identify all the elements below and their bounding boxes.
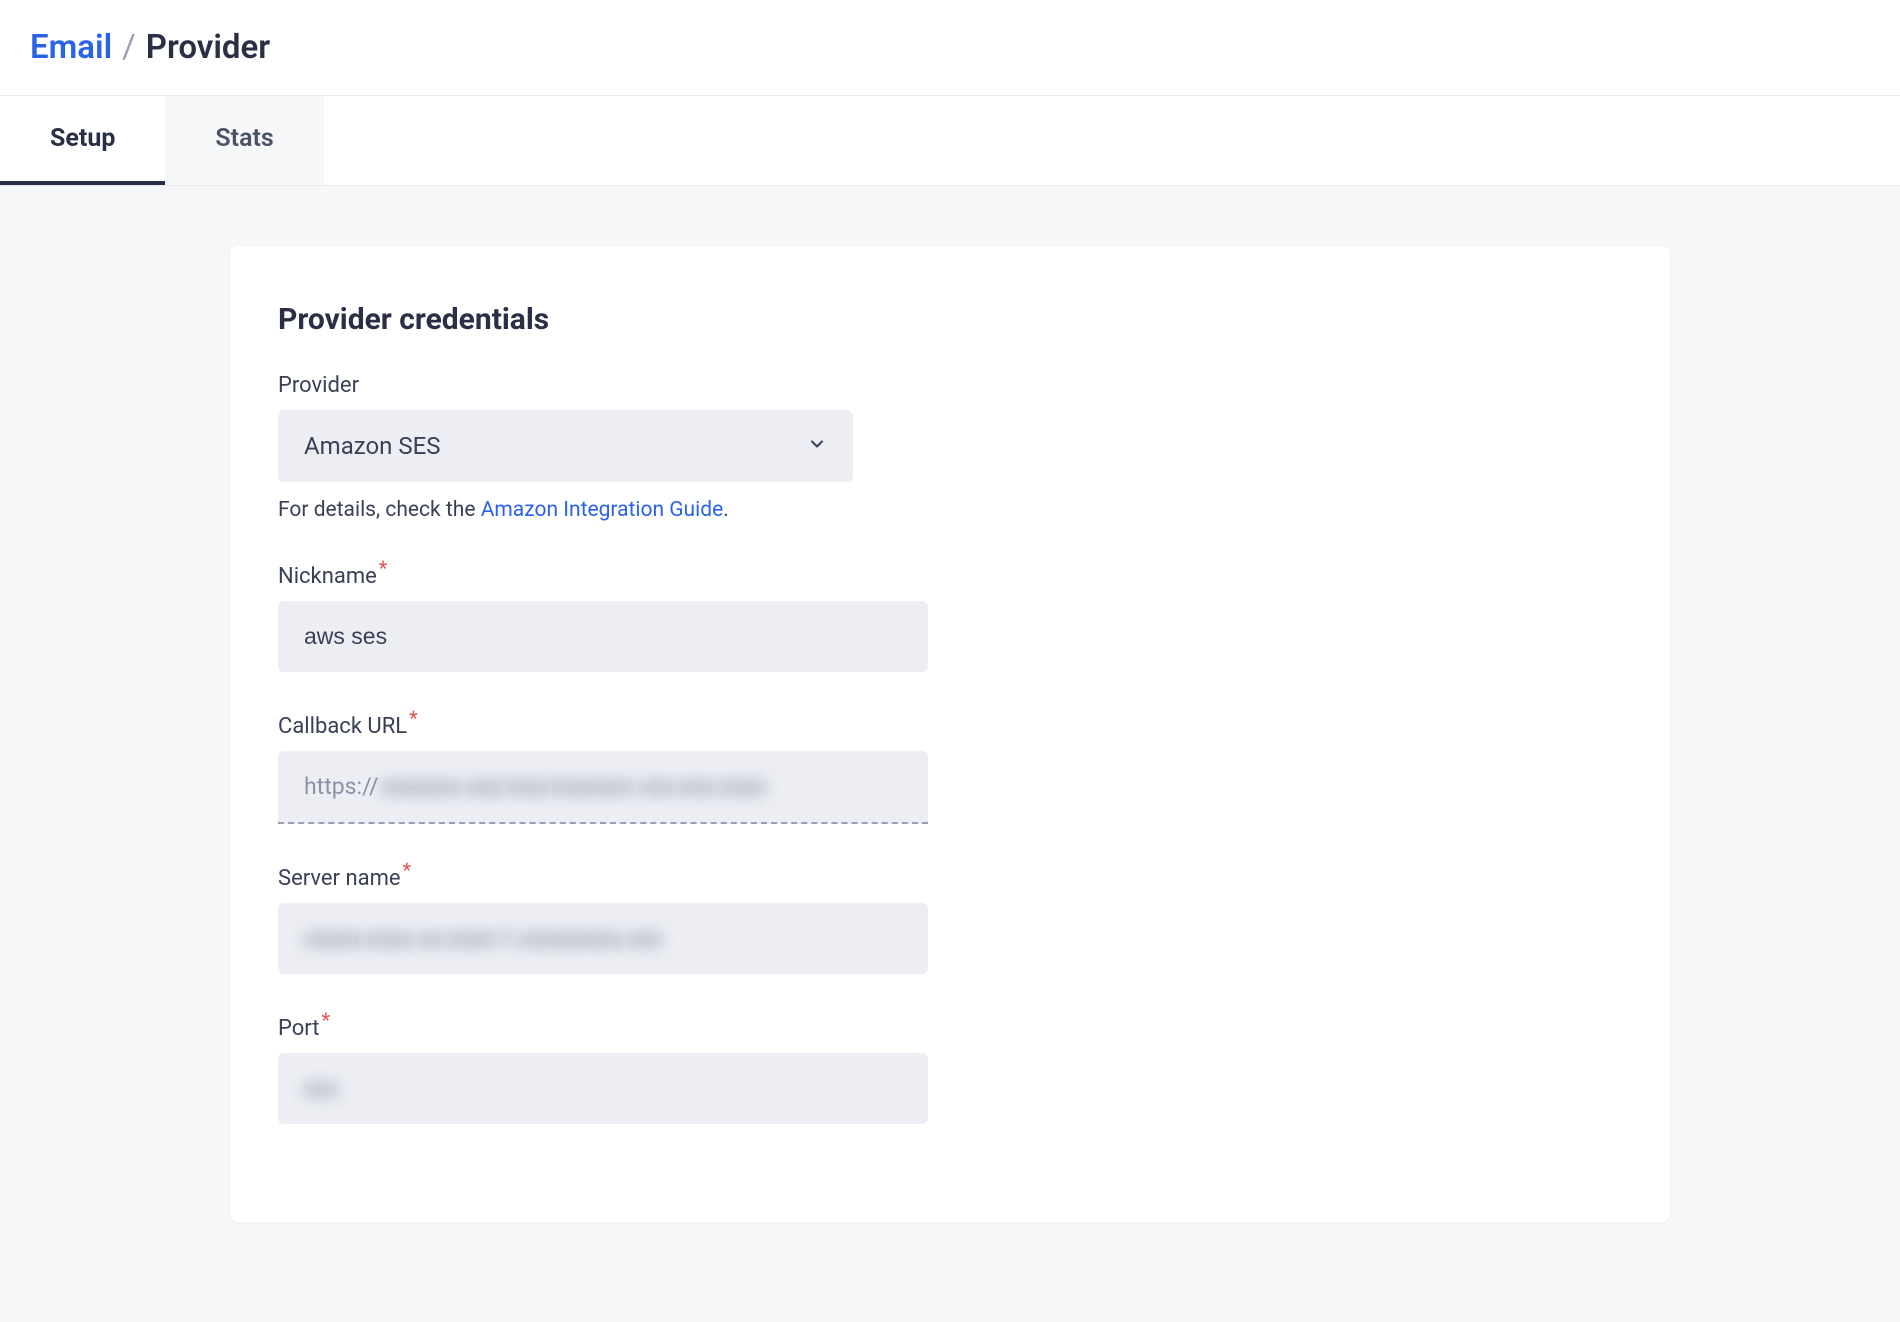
tab-stats[interactable]: Stats	[165, 96, 323, 185]
required-asterisk: *	[409, 706, 418, 730]
breadcrumb-current: Provider	[146, 28, 270, 67]
required-asterisk: *	[321, 1008, 330, 1032]
card-title: Provider credentials	[278, 302, 1622, 337]
server-name-field: Server name* xxxxx-xxxx.xx-xxxx-1.xxxxxx…	[278, 866, 1622, 974]
provider-credentials-card: Provider credentials Provider Amazon SES…	[230, 246, 1670, 1222]
port-label: Port*	[278, 1016, 1622, 1041]
integration-guide-link[interactable]: Amazon Integration Guide	[481, 498, 724, 522]
breadcrumb-separator: /	[122, 28, 136, 67]
provider-select-wrap: Amazon SES	[278, 410, 853, 482]
port-field: Port* xxx	[278, 1016, 1622, 1124]
server-name-label: Server name*	[278, 866, 1622, 891]
page-header: Email / Provider	[0, 0, 1900, 96]
callback-url-field: Callback URL* https:// xxxxxxx.xxx/xxx/x…	[278, 714, 1622, 824]
nickname-field: Nickname*	[278, 564, 1622, 672]
provider-field: Provider Amazon SES For details, check t…	[278, 373, 1622, 522]
provider-label: Provider	[278, 373, 1622, 398]
nickname-input[interactable]	[278, 601, 928, 672]
breadcrumb-parent-link[interactable]: Email	[30, 28, 112, 67]
helper-prefix: For details, check the	[278, 498, 481, 522]
breadcrumb: Email / Provider	[30, 28, 1870, 67]
provider-helper-text: For details, check the Amazon Integratio…	[278, 498, 1622, 522]
page-body: Provider credentials Provider Amazon SES…	[0, 186, 1900, 1322]
callback-url-input[interactable]: https:// xxxxxxx.xxx/xxx/xxxxxxx xxx-xxx…	[278, 751, 928, 824]
port-obscured: xxx	[304, 1075, 338, 1102]
tabs: Setup Stats	[0, 96, 1900, 186]
callback-url-prefix: https://	[304, 773, 379, 800]
nickname-label: Nickname*	[278, 564, 1622, 589]
required-asterisk: *	[379, 556, 388, 580]
server-name-input[interactable]: xxxxx-xxxx.xx-xxxx-1.xxxxxxxxx.xxx	[278, 903, 928, 974]
port-input[interactable]: xxx	[278, 1053, 928, 1124]
callback-url-label: Callback URL*	[278, 714, 1622, 739]
required-asterisk: *	[403, 858, 412, 882]
helper-suffix: .	[723, 498, 729, 522]
tab-setup[interactable]: Setup	[0, 96, 165, 185]
server-name-obscured: xxxxx-xxxx.xx-xxxx-1.xxxxxxxxx.xxx	[304, 925, 662, 952]
provider-select[interactable]: Amazon SES	[278, 410, 853, 482]
callback-url-obscured: xxxxxxx.xxx/xxx/xxxxxxx xxx-xxx-xxxx	[381, 773, 767, 800]
